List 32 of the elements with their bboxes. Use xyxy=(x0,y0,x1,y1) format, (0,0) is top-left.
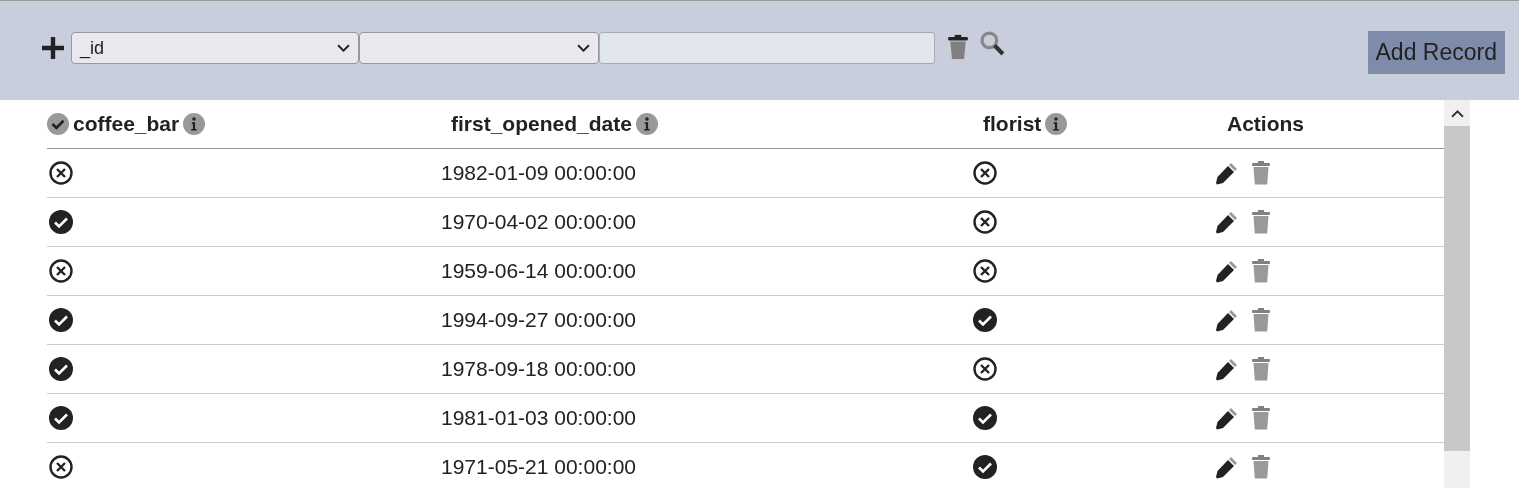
table-cell: 1970-04-02 00:00:00 xyxy=(441,210,636,234)
pencil-icon[interactable] xyxy=(1215,161,1239,185)
column-header: coffee_bar xyxy=(73,112,180,136)
check-circle-icon[interactable] xyxy=(47,113,69,135)
pencil-icon[interactable] xyxy=(1215,357,1239,381)
column-header: florist xyxy=(983,112,1042,136)
info-icon[interactable] xyxy=(1045,113,1068,135)
info-icon[interactable] xyxy=(635,113,658,135)
column-header: first_opened_date xyxy=(451,112,632,136)
scrollbar[interactable] xyxy=(1444,100,1470,488)
pencil-icon[interactable] xyxy=(1215,210,1239,234)
table-cell: 1971-05-21 00:00:00 xyxy=(441,455,636,479)
table-cell: 1959-06-14 00:00:00 xyxy=(441,259,636,283)
chevron-down-icon xyxy=(577,43,590,53)
add-record-button[interactable]: Add Record xyxy=(1367,31,1505,74)
chevron-up-icon[interactable] xyxy=(1450,108,1464,118)
table-cell: 1978-09-18 00:00:00 xyxy=(441,357,636,381)
plus-icon[interactable] xyxy=(42,37,64,59)
pencil-icon[interactable] xyxy=(1215,455,1239,479)
pencil-icon[interactable] xyxy=(1215,406,1239,430)
trash-icon[interactable] xyxy=(947,34,969,60)
field-select[interactable]: _id xyxy=(71,32,359,64)
pencil-icon[interactable] xyxy=(1215,308,1239,332)
column-header: Actions xyxy=(1227,112,1304,136)
table-cell: 1994-09-27 00:00:00 xyxy=(441,308,636,332)
search-icon[interactable] xyxy=(980,31,1005,56)
pencil-icon[interactable] xyxy=(1215,259,1239,283)
value-input[interactable] xyxy=(599,32,935,64)
table-cell: 1982-01-09 00:00:00 xyxy=(441,161,636,185)
chevron-down-icon xyxy=(337,43,350,53)
table-cell: 1981-01-03 00:00:00 xyxy=(441,406,636,430)
info-icon[interactable] xyxy=(183,113,206,135)
